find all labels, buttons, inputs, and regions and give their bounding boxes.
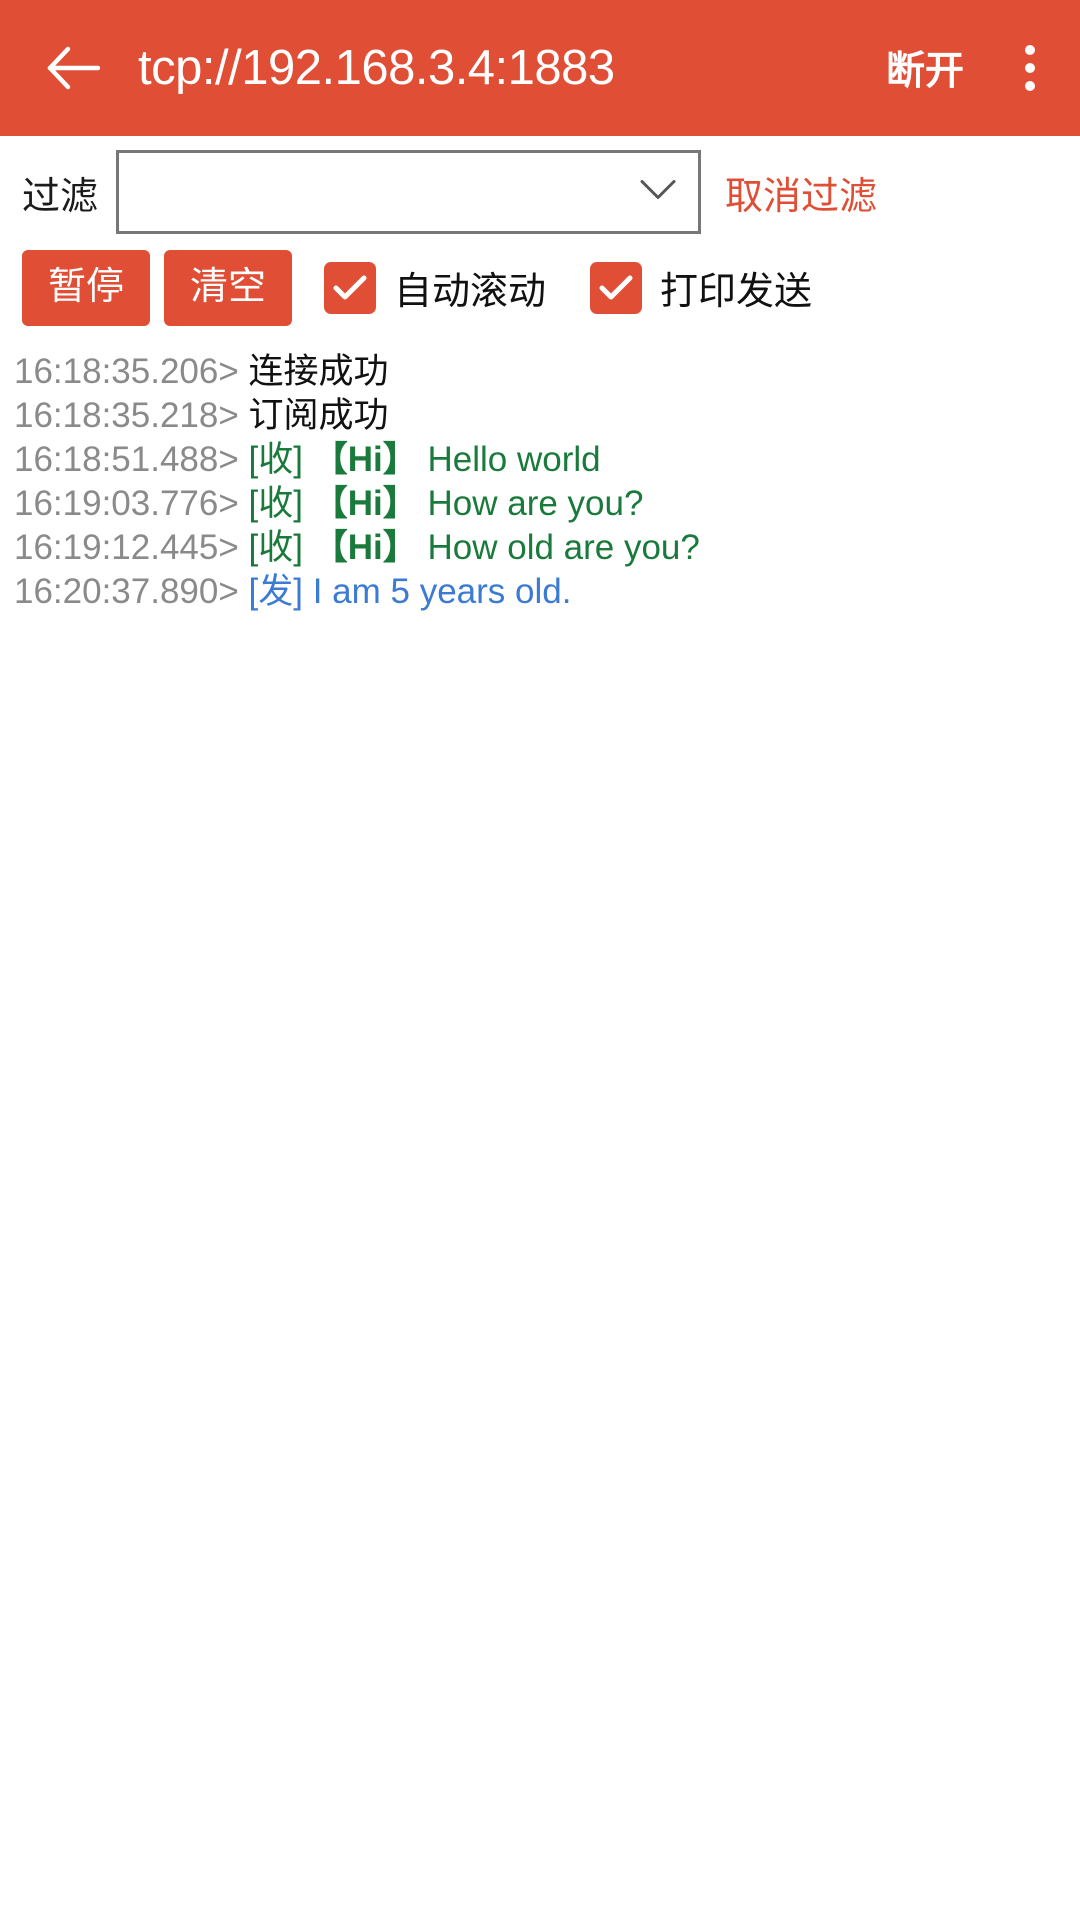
log-line: 16:20:37.890> [发] I am 5 years old. [14,570,1080,614]
log-direction-tag: [收] [248,527,303,567]
log-output[interactable]: 16:18:35.206> 连接成功 16:18:35.218> 订阅成功 16… [0,338,1080,614]
log-timestamp: 16:19:03.776> [14,483,239,523]
pause-button[interactable]: 暂停 [22,250,151,326]
back-arrow-icon[interactable] [44,39,102,97]
controls-row: 暂停 清空 自动滚动 打印发送 [0,240,1080,338]
printsend-checkbox-group[interactable]: 打印发送 [590,260,812,315]
log-direction-tag: [发] [248,571,303,611]
log-line: 16:18:51.488> [收] 【Hi】 Hello world [14,438,1080,482]
filter-select[interactable] [116,150,702,234]
log-message: 订阅成功 [248,395,389,435]
clear-button[interactable]: 清空 [164,250,293,326]
chevron-down-icon [638,178,678,207]
overflow-dot [1025,81,1035,91]
log-line: 16:19:03.776> [收] 【Hi】 How are you? [14,482,1080,526]
log-line: 16:19:12.445> [收] 【Hi】 How old are you? [14,526,1080,570]
log-topic: 【Hi】 [312,439,418,479]
log-timestamp: 16:20:37.890> [14,571,239,611]
log-timestamp: 16:18:35.218> [14,395,239,435]
printsend-label: 打印发送 [660,271,813,314]
filter-label: 过滤 [22,175,99,218]
log-timestamp: 16:18:35.206> [14,351,239,391]
log-topic: 【Hi】 [312,483,418,523]
checkmark-icon[interactable] [590,261,643,314]
log-direction-tag: [收] [248,439,303,479]
log-timestamp: 16:18:51.488> [14,439,239,479]
filter-row: 过滤 取消过滤 [0,136,1080,240]
overflow-dot [1025,63,1035,73]
log-message: 连接成功 [248,351,389,391]
log-message: How are you? [427,483,644,523]
log-line: 16:18:35.206> 连接成功 [14,350,1080,394]
log-direction-tag: [收] [248,483,303,523]
page-title: tcp://192.168.3.4:1883 [138,41,615,95]
checkmark-icon[interactable] [324,261,377,314]
log-message: How old are you? [427,527,700,567]
log-message: I am 5 years old. [312,571,572,611]
autoscroll-label: 自动滚动 [394,271,547,314]
disconnect-button[interactable]: 断开 [866,40,984,96]
log-timestamp: 16:19:12.445> [14,527,239,567]
cancel-filter-button[interactable]: 取消过滤 [725,165,877,220]
log-line: 16:18:35.218> 订阅成功 [14,394,1080,438]
app-bar: tcp://192.168.3.4:1883 断开 [0,0,1080,136]
log-message: Hello world [427,439,601,479]
autoscroll-checkbox-group[interactable]: 自动滚动 [324,260,546,315]
log-topic: 【Hi】 [312,527,418,567]
overflow-dot [1025,45,1035,55]
more-vertical-icon[interactable] [1002,37,1058,99]
